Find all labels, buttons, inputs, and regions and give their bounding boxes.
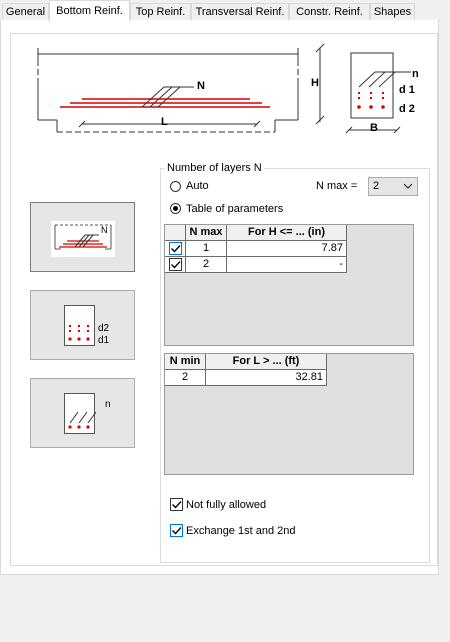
section-label-b: B	[370, 122, 378, 134]
section-label-n: n	[412, 68, 419, 80]
layers-icon-label-n: N	[101, 225, 108, 235]
distance-icon	[64, 305, 95, 346]
bars-picture-button[interactable]: n	[30, 378, 135, 448]
layers-picture-button[interactable]: N	[30, 202, 135, 272]
exchange-label: Exchange 1st and 2nd	[186, 525, 296, 537]
table-radio[interactable]	[170, 203, 181, 214]
row2-checkbox[interactable]	[169, 258, 182, 271]
length-table-header-nmin: N min	[165, 354, 206, 370]
table-row	[165, 257, 186, 273]
section-label-d2: d 2	[399, 103, 415, 115]
length-table-header-l: For L > ... (ft)	[206, 354, 327, 370]
row1-nmin-cell[interactable]: 2	[165, 370, 206, 386]
row1-nmax-cell[interactable]: 1	[186, 241, 227, 257]
section-label-d1: d 1	[399, 84, 415, 96]
distance-picture-button[interactable]: d2 d1	[30, 290, 135, 360]
tab-constr-reinf[interactable]: Constr. Reinf.	[289, 3, 370, 20]
table-row	[165, 241, 186, 257]
height-table-header-h: For H <= ... (in)	[227, 225, 347, 241]
bars-icon-label-n: n	[105, 399, 111, 410]
tab-shapes[interactable]: Shapes	[370, 3, 415, 20]
layers-group-title: Number of layers N	[165, 162, 264, 174]
tab-transversal-reinf[interactable]: Transversal Reinf.	[191, 3, 289, 20]
check-icon	[171, 245, 181, 253]
distance-icon-label-d1: d1	[98, 335, 110, 346]
nmax-select-value: 2	[373, 180, 380, 192]
chevron-down-icon	[403, 183, 413, 189]
row1-h-cell[interactable]: 7.87	[227, 241, 347, 257]
tab-bar: General Bottom Reinf. Top Reinf. Transve…	[0, 0, 450, 22]
row1-checkbox[interactable]	[169, 242, 182, 255]
row1-l-cell[interactable]: 32.81	[206, 370, 327, 386]
beam-label-h: H	[311, 77, 319, 89]
height-table-corner	[165, 225, 186, 241]
check-icon	[172, 527, 182, 535]
auto-radio-label: Auto	[186, 180, 209, 192]
beam-label-l: L	[161, 116, 168, 128]
tab-general[interactable]: General	[2, 3, 49, 20]
nmax-label: N max =	[316, 180, 358, 192]
row2-h-cell[interactable]: -	[227, 257, 347, 273]
beam-label-n: N	[197, 80, 205, 92]
table-radio-label: Table of parameters	[186, 203, 284, 215]
check-icon	[171, 261, 181, 269]
tab-top-reinf[interactable]: Top Reinf.	[130, 3, 191, 20]
distance-icon-label-d2: d2	[98, 323, 110, 334]
not-fully-allowed-label: Not fully allowed	[186, 499, 267, 511]
nmax-select[interactable]: 2	[368, 177, 418, 196]
not-fully-allowed-checkbox[interactable]	[170, 498, 183, 511]
auto-radio[interactable]	[170, 181, 181, 192]
exchange-checkbox[interactable]	[170, 524, 183, 537]
check-icon	[172, 501, 182, 509]
row2-nmax-cell[interactable]: 2	[186, 257, 227, 273]
beam-diagram	[37, 48, 299, 133]
tab-bottom-reinf[interactable]: Bottom Reinf.	[49, 0, 130, 22]
bars-icon	[64, 393, 96, 434]
height-table-header-nmax: N max	[186, 225, 227, 241]
